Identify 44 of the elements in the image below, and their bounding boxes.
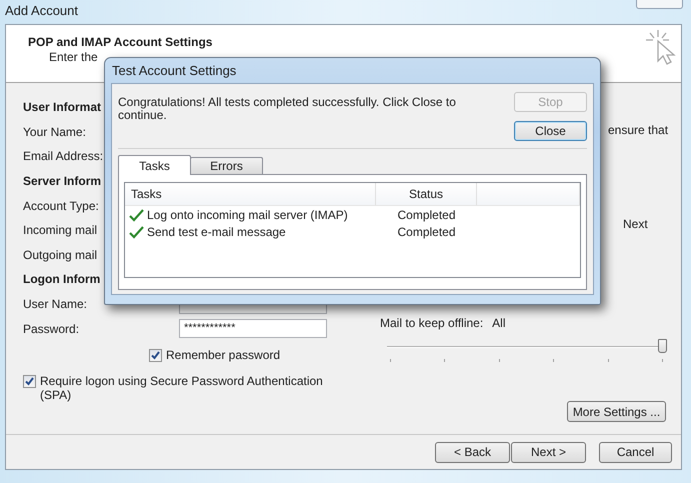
next-button[interactable]: Next > — [511, 442, 586, 462]
offline-label: Mail to keep offline: — [380, 316, 484, 330]
dialog-title: Test Account Settings — [111, 62, 236, 80]
window-title: Add Account — [4, 2, 78, 19]
section-heading: Server Inform — [23, 174, 102, 188]
slider-thumb[interactable] — [658, 339, 667, 353]
checkbox-label[interactable]: Remember password — [166, 348, 375, 362]
task-name: Log onto incoming mail server (IMAP) — [147, 208, 348, 222]
check-icon — [150, 350, 161, 360]
column-header[interactable]: Status — [376, 183, 477, 205]
page-title: POP and IMAP Account Settings — [28, 35, 212, 50]
field-label: User Name: — [23, 297, 88, 312]
checkbox[interactable] — [149, 348, 162, 362]
field-label: Account Type: — [23, 198, 99, 213]
field-label: Incoming mail — [23, 223, 98, 238]
field-label: Your Name: — [23, 124, 86, 139]
password-field[interactable]: ************ — [179, 319, 327, 338]
instruction-text: Next — [623, 217, 648, 231]
checkbox[interactable] — [23, 374, 36, 388]
section-heading: User Informat — [23, 100, 102, 114]
tab[interactable]: Tasks — [118, 155, 191, 175]
page-subtitle: Enter the — [48, 50, 98, 64]
column-header[interactable]: Tasks — [125, 183, 376, 205]
more-settings-button[interactable]: More Settings ... — [567, 401, 666, 422]
tab[interactable]: Errors — [190, 157, 263, 174]
offline-value: All — [492, 316, 506, 330]
cursor-icon — [644, 28, 676, 66]
field-label: Outgoing mail — [23, 248, 98, 262]
check-icon — [24, 376, 35, 386]
field-label: Email Address: — [23, 149, 104, 164]
check-icon — [129, 224, 144, 238]
status-message: Congratulations! All tests completed successfully. Click Close to continue. — [118, 94, 457, 124]
task-status: Completed — [396, 208, 457, 222]
check-icon — [129, 208, 144, 222]
task-name: Send test e-mail message — [147, 224, 286, 238]
cancel-button[interactable]: Cancel — [599, 442, 672, 462]
section-heading: Logon Inform — [23, 272, 100, 286]
back-button[interactable]: < Back — [435, 442, 510, 462]
field-label: Password: — [23, 322, 80, 336]
task-status: Completed — [396, 224, 457, 238]
close-button[interactable]: Close — [514, 121, 587, 141]
close-button[interactable] — [636, 0, 683, 9]
instruction-text: ensure that — [608, 123, 668, 137]
checkbox-label[interactable]: Require logon using Secure Password Authentication (SPA) — [40, 374, 330, 402]
